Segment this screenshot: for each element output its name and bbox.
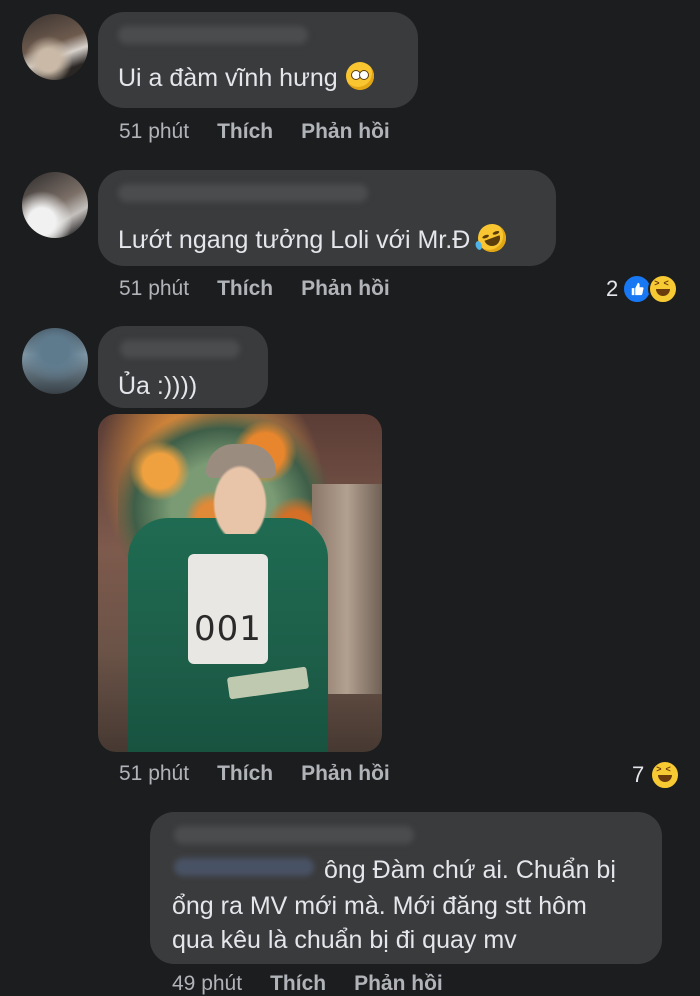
reaction-count: 2 — [606, 276, 619, 301]
comment-text-content: Ủa :)))) — [118, 372, 198, 400]
reaction-count: 7 — [632, 762, 645, 787]
commenter-name-redacted[interactable] — [120, 340, 240, 358]
like-button[interactable]: Thích — [270, 972, 326, 995]
comment-time[interactable]: 51 phút — [119, 762, 189, 785]
comment-text: Ui a đàm vĩnh hưng — [118, 62, 374, 93]
like-button[interactable]: Thích — [217, 277, 273, 300]
like-button[interactable]: Thích — [217, 762, 273, 785]
comment-time[interactable]: 51 phút — [119, 277, 189, 300]
commenter-name-redacted[interactable] — [174, 826, 414, 844]
comment-text-content: Lướt ngang tưởng Loli với Mr.Đ — [118, 226, 471, 254]
reply-button[interactable]: Phản hồi — [354, 972, 443, 995]
comment-time[interactable]: 49 phút — [172, 972, 242, 995]
comment-meta: 51 phút Thích Phản hồi — [119, 762, 390, 786]
comment-bubble: Ủa :)))) — [98, 326, 268, 408]
comment-meta: 49 phút Thích Phản hồi — [172, 972, 443, 996]
commenter-avatar[interactable] — [22, 14, 88, 80]
reply-button[interactable]: Phản hồi — [301, 277, 390, 300]
reaction-summary[interactable]: 7 — [632, 760, 681, 790]
comment-text-line: ổng ra MV mới mà. Mới đăng stt hôm — [172, 892, 587, 920]
comment-photo[interactable]: 001 — [98, 414, 382, 752]
reaction-summary[interactable]: 2 — [606, 274, 679, 304]
haha-reaction-icon — [650, 760, 681, 790]
reply-button[interactable]: Phản hồi — [301, 120, 390, 143]
photo-person-face — [208, 458, 272, 534]
comment-bubble: Ui a đàm vĩnh hưng — [98, 12, 418, 108]
commenter-avatar[interactable] — [22, 328, 88, 394]
commenter-name-redacted[interactable] — [118, 184, 368, 202]
comment-text-line: ông Đàm chứ ai. Chuẩn bị — [324, 856, 616, 884]
like-button[interactable]: Thích — [217, 120, 273, 143]
comment-bubble: Lướt ngang tưởng Loli với Mr.Đ — [98, 170, 556, 266]
comment-text: Ủa :)))) — [118, 372, 197, 401]
commenter-avatar[interactable] — [22, 172, 88, 238]
comment-text-line: qua kêu là chuẩn bị đi quay mv — [172, 926, 517, 954]
comment-time[interactable]: 51 phút — [119, 120, 189, 143]
comment-bubble: ông Đàm chứ ai. Chuẩn bị ổng ra MV mới m… — [150, 812, 662, 964]
commenter-name-redacted[interactable] — [118, 26, 308, 44]
photo-shirt-number: 001 — [194, 609, 262, 649]
comment-meta: 51 phút Thích Phản hồi — [119, 277, 390, 301]
comment-text-content: Ui a đàm vĩnh hưng — [118, 64, 338, 92]
reply-button[interactable]: Phản hồi — [301, 762, 390, 785]
rolling-laughing-emoji-icon — [474, 220, 511, 256]
mention-redacted[interactable] — [174, 858, 314, 876]
comment-text: Lướt ngang tưởng Loli với Mr.Đ — [118, 220, 511, 256]
rolling-eyes-emoji-icon — [345, 62, 374, 90]
comment-meta: 51 phút Thích Phản hồi — [119, 120, 390, 144]
haha-reaction-icon — [648, 274, 679, 304]
